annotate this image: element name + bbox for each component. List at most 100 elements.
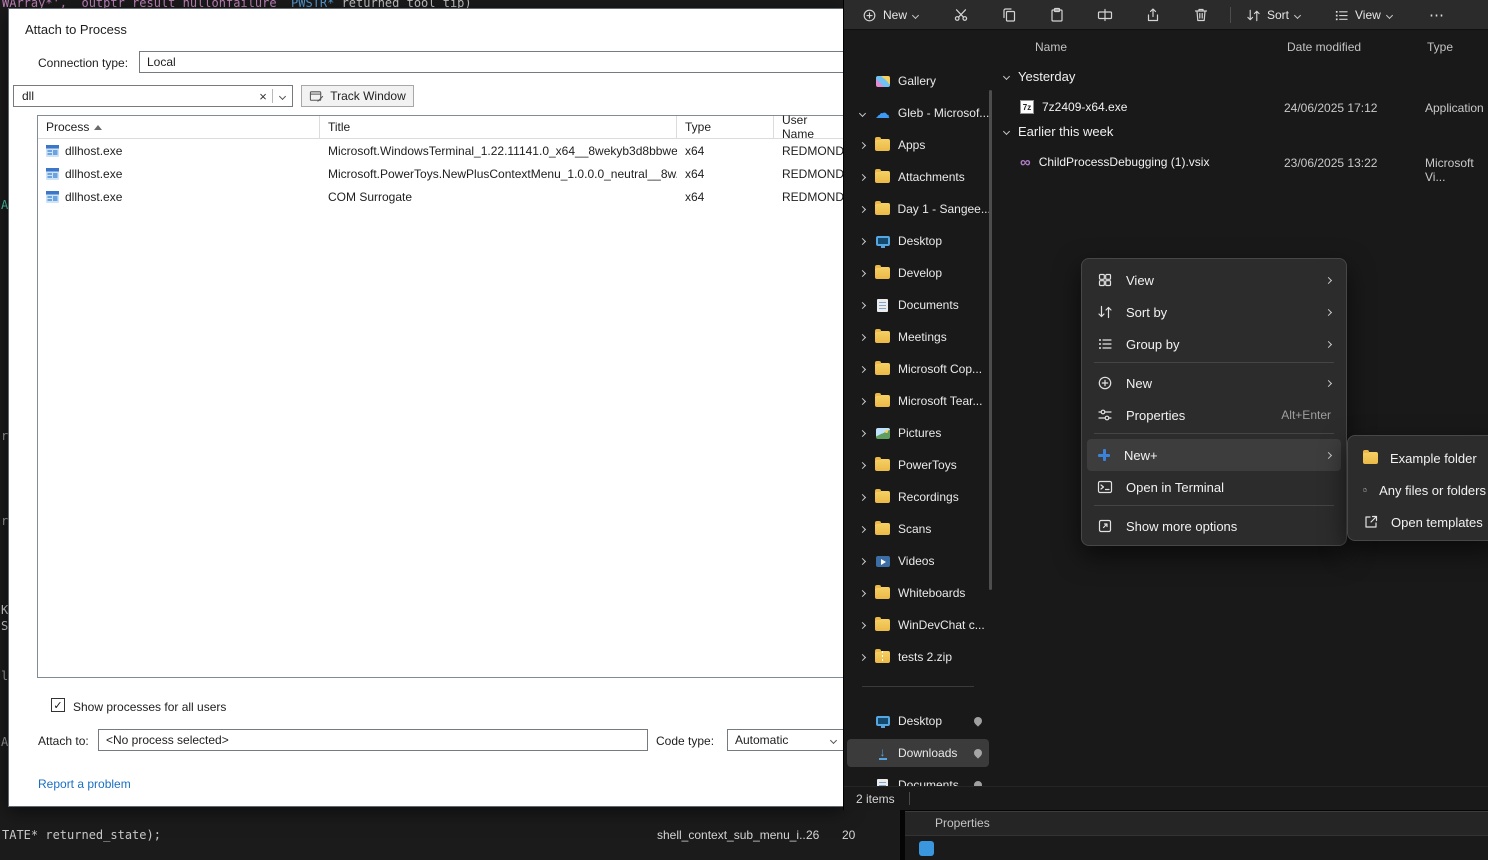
chevron-right-icon[interactable] (859, 365, 866, 372)
chevron-right-icon[interactable] (859, 461, 866, 468)
menu-item-properties[interactable]: Properties Alt+Enter (1087, 399, 1341, 431)
menu-item-view[interactable]: View (1087, 264, 1341, 296)
report-a-problem-link[interactable]: Report a problem (38, 777, 131, 791)
column-header-type[interactable]: Type (677, 116, 774, 138)
folder-icon (875, 331, 890, 343)
menu-item-group-by[interactable]: Group by (1087, 328, 1341, 360)
nav-scrollbar[interactable] (989, 90, 992, 590)
chevron-right-icon[interactable] (859, 333, 866, 340)
sidebar-item-microsoft-tear[interactable]: Microsoft Tear... (847, 387, 989, 415)
folder-icon (875, 491, 890, 503)
table-row[interactable]: dllhost.exe Microsoft.WindowsTerminal_1.… (38, 139, 843, 162)
filter-dropdown-button[interactable] (273, 94, 292, 99)
folder-icon (875, 619, 890, 631)
sidebar-item-meetings[interactable]: Meetings (847, 323, 989, 351)
chevron-right-icon[interactable] (859, 557, 866, 564)
sidebar-item-day1[interactable]: Day 1 - Sangee... (847, 195, 989, 223)
chevron-right-icon[interactable] (859, 493, 866, 500)
chevron-right-icon[interactable] (859, 173, 866, 180)
group-header-yesterday[interactable]: Yesterday (1004, 69, 1075, 84)
document-icon (877, 779, 888, 787)
properties-icon (1097, 407, 1113, 423)
more-button[interactable] (1422, 3, 1452, 27)
group-header-earlier-this-week[interactable]: Earlier this week (1004, 124, 1113, 139)
sidebar-item-gallery[interactable]: Gallery (847, 67, 989, 95)
paste-button[interactable] (1040, 3, 1074, 27)
column-header-name[interactable]: Name (1035, 40, 1067, 54)
chevron-right-icon[interactable] (859, 653, 866, 660)
submenu-item-open-templates[interactable]: Open templates (1353, 506, 1488, 538)
document-icon (877, 299, 888, 312)
sidebar-item-attachments[interactable]: Attachments (847, 163, 989, 191)
new-plus-circle-icon (862, 8, 877, 23)
column-header-date-modified[interactable]: Date modified (1287, 40, 1361, 54)
sidebar-item-pictures[interactable]: Pictures (847, 419, 989, 447)
code-type-value: Automatic (735, 733, 788, 747)
clear-filter-icon[interactable] (254, 89, 272, 104)
chevron-right-icon[interactable] (859, 621, 866, 628)
sidebar-item-recordings[interactable]: Recordings (847, 483, 989, 511)
copy-button[interactable] (992, 3, 1026, 27)
chevron-right-icon[interactable] (859, 525, 866, 532)
cut-button[interactable] (944, 3, 978, 27)
process-filter-input[interactable]: dll (13, 85, 293, 107)
sidebar-item-documents[interactable]: Documents (847, 291, 989, 319)
sidebar-item-develop[interactable]: Develop (847, 259, 989, 287)
chevron-right-icon[interactable] (859, 397, 866, 404)
table-row[interactable]: dllhost.exe COM Surrogate x64 REDMOND (38, 185, 843, 208)
code-type-combobox[interactable]: Automatic (727, 729, 844, 751)
chevron-right-icon[interactable] (859, 205, 866, 212)
file-row[interactable]: ChildProcessDebugging (1).vsix (1020, 151, 1209, 173)
view-grid-icon (1097, 272, 1113, 288)
menu-item-open-in-terminal[interactable]: Open in Terminal (1087, 471, 1341, 503)
chevron-right-icon[interactable] (859, 429, 866, 436)
sidebar-item-videos[interactable]: Videos (847, 547, 989, 575)
sidebar-item-apps[interactable]: Apps (847, 131, 989, 159)
file-type: Application (1425, 101, 1484, 115)
sidebar-item-desktop-pinned[interactable]: Desktop (847, 707, 989, 735)
sidebar-item-desktop[interactable]: Desktop (847, 227, 989, 255)
more-options-icon (1097, 518, 1113, 534)
sidebar-item-microsoft-cop[interactable]: Microsoft Cop... (847, 355, 989, 383)
view-button[interactable]: View (1326, 3, 1400, 27)
chevron-right-icon[interactable] (859, 141, 866, 148)
process-user: REDMOND (774, 144, 843, 158)
code-line-bottom: TATE* returned_state); (2, 828, 161, 842)
sort-button[interactable]: Sort (1238, 3, 1308, 27)
show-all-users-checkbox[interactable] (51, 698, 65, 712)
menu-item-sort-by[interactable]: Sort by (1087, 296, 1341, 328)
sidebar-item-windevchat[interactable]: WinDevChat c... (847, 611, 989, 639)
submenu-item-example-folder[interactable]: Example folder (1353, 442, 1488, 474)
chevron-right-icon[interactable] (859, 237, 866, 244)
menu-item-new[interactable]: New (1087, 367, 1341, 399)
column-header-type[interactable]: Type (1427, 40, 1453, 54)
menu-item-new-plus[interactable]: New+ (1087, 439, 1341, 471)
sidebar-item-documents-pinned[interactable]: Documents (847, 771, 989, 786)
submenu-item-any-files[interactable]: Any files or folders (1353, 474, 1488, 506)
copy-icon (1001, 7, 1017, 23)
column-header-title[interactable]: Title (320, 116, 677, 138)
group-by-icon (1097, 336, 1113, 352)
rename-button[interactable] (1088, 3, 1122, 27)
connection-type-combobox[interactable]: Local (139, 51, 844, 73)
attach-to-input[interactable]: <No process selected> (98, 729, 648, 751)
sidebar-item-onedrive[interactable]: Gleb - Microsof... (847, 99, 989, 127)
sidebar-item-tests-zip[interactable]: tests 2.zip (847, 643, 989, 671)
table-row[interactable]: dllhost.exe Microsoft.PowerToys.NewPlusC… (38, 162, 843, 185)
column-header-user-name[interactable]: User Name (774, 116, 843, 138)
column-header-process[interactable]: Process (38, 116, 320, 138)
share-button[interactable] (1136, 3, 1170, 27)
chevron-right-icon[interactable] (859, 589, 866, 596)
sidebar-item-scans[interactable]: Scans (847, 515, 989, 543)
chevron-right-icon[interactable] (859, 301, 866, 308)
sidebar-item-downloads-pinned[interactable]: Downloads (847, 739, 989, 767)
file-row[interactable]: 7z2409-x64.exe (1020, 96, 1127, 118)
sidebar-item-powertoys[interactable]: PowerToys (847, 451, 989, 479)
sidebar-item-whiteboards[interactable]: Whiteboards (847, 579, 989, 607)
delete-button[interactable] (1184, 3, 1218, 27)
chevron-down-icon[interactable] (859, 109, 866, 116)
track-window-button[interactable]: Track Window (301, 85, 414, 107)
new-button[interactable]: New (852, 3, 928, 27)
chevron-right-icon[interactable] (859, 269, 866, 276)
menu-item-show-more-options[interactable]: Show more options (1087, 510, 1341, 542)
